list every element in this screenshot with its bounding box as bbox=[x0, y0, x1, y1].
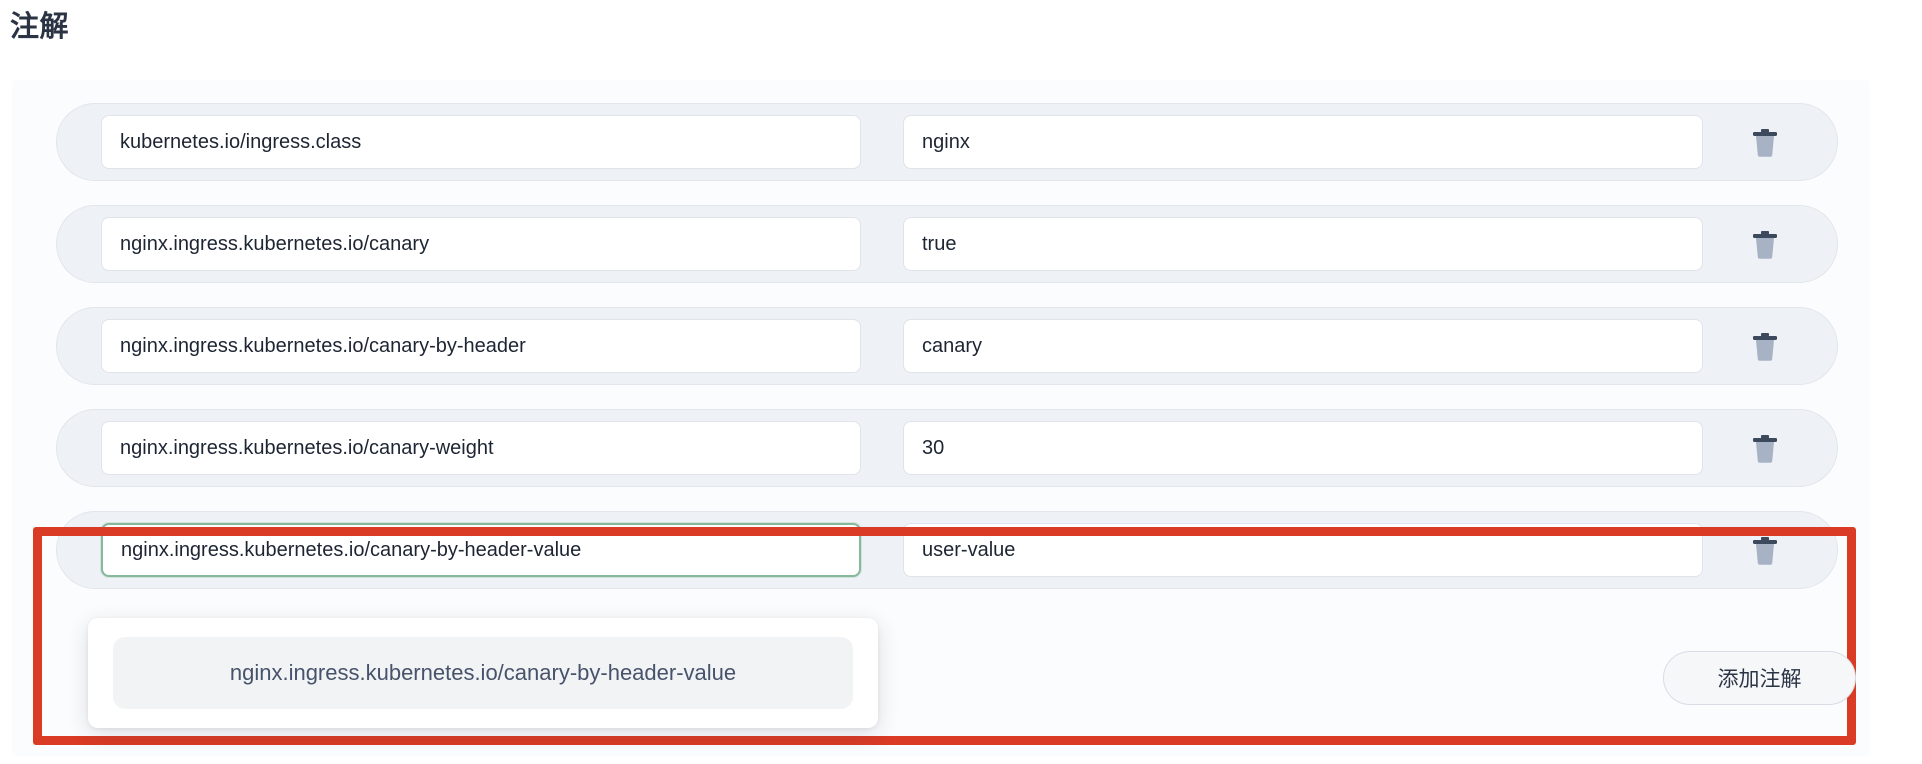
list-item[interactable]: nginx.ingress.kubernetes.io/canary-by-he… bbox=[113, 637, 853, 709]
annotation-key-input[interactable] bbox=[101, 217, 861, 271]
trash-icon bbox=[1753, 537, 1777, 565]
trash-icon bbox=[1753, 129, 1777, 157]
annotation-value-input[interactable] bbox=[903, 115, 1703, 169]
delete-annotation-button[interactable] bbox=[1735, 217, 1795, 271]
annotation-key-input[interactable] bbox=[101, 421, 861, 475]
trash-icon bbox=[1753, 333, 1777, 361]
add-annotation-button[interactable]: 添加注解 bbox=[1663, 651, 1856, 705]
annotation-key-input[interactable] bbox=[101, 319, 861, 373]
trash-icon bbox=[1753, 231, 1777, 259]
annotation-value-input[interactable] bbox=[903, 523, 1703, 577]
table-row[interactable] bbox=[56, 103, 1838, 181]
delete-annotation-button[interactable] bbox=[1735, 115, 1795, 169]
annotation-value-input[interactable] bbox=[903, 217, 1703, 271]
table-row[interactable] bbox=[56, 205, 1838, 283]
page-title: 注解 bbox=[10, 11, 70, 43]
autocomplete-dropdown: nginx.ingress.kubernetes.io/canary-by-he… bbox=[88, 618, 878, 728]
delete-annotation-button[interactable] bbox=[1735, 319, 1795, 373]
trash-icon bbox=[1753, 435, 1777, 463]
table-row[interactable] bbox=[56, 511, 1838, 589]
annotation-key-input[interactable] bbox=[101, 115, 861, 169]
annotation-value-input[interactable] bbox=[903, 319, 1703, 373]
delete-annotation-button[interactable] bbox=[1735, 523, 1795, 577]
table-row[interactable] bbox=[56, 409, 1838, 487]
delete-annotation-button[interactable] bbox=[1735, 421, 1795, 475]
annotation-value-input[interactable] bbox=[903, 421, 1703, 475]
annotation-key-input-focused[interactable] bbox=[101, 523, 861, 577]
table-row[interactable] bbox=[56, 307, 1838, 385]
